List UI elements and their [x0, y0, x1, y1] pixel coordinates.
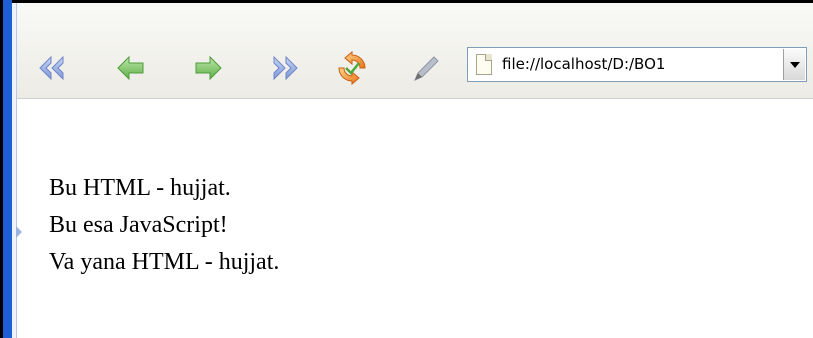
address-dropdown-button[interactable]: [783, 49, 805, 80]
double-right-arrow-icon: [273, 55, 298, 81]
address-bar[interactable]: file://localhost/D:/BO1: [467, 47, 807, 82]
left-rail-edge: [0, 0, 3, 338]
right-arrow-icon: [195, 55, 222, 81]
rail-expand-icon[interactable]: [16, 226, 22, 238]
back-all-button[interactable]: [33, 49, 71, 87]
double-left-arrow-icon: [39, 55, 64, 81]
forward-button[interactable]: [189, 49, 227, 87]
refresh-icon: [338, 50, 366, 86]
browser-toolbar: file://localhost/D:/BO1: [17, 3, 813, 99]
content-line: Bu esa JavaScript!: [49, 212, 228, 238]
pencil-icon: [414, 56, 439, 81]
address-input[interactable]: file://localhost/D:/BO1: [502, 55, 774, 73]
forward-all-button[interactable]: [266, 49, 304, 87]
page-icon: [476, 54, 492, 75]
left-arrow-icon: [117, 55, 144, 81]
back-button[interactable]: [112, 49, 150, 87]
page-content: Bu HTML - hujjat. Bu esa JavaScript! Va …: [49, 170, 279, 281]
content-line: Va yana HTML - hujjat.: [49, 249, 280, 275]
refresh-button[interactable]: [333, 49, 371, 87]
edit-button[interactable]: [407, 49, 445, 87]
chevron-down-icon: [789, 61, 800, 68]
content-line: Bu HTML - hujjat.: [49, 175, 231, 201]
